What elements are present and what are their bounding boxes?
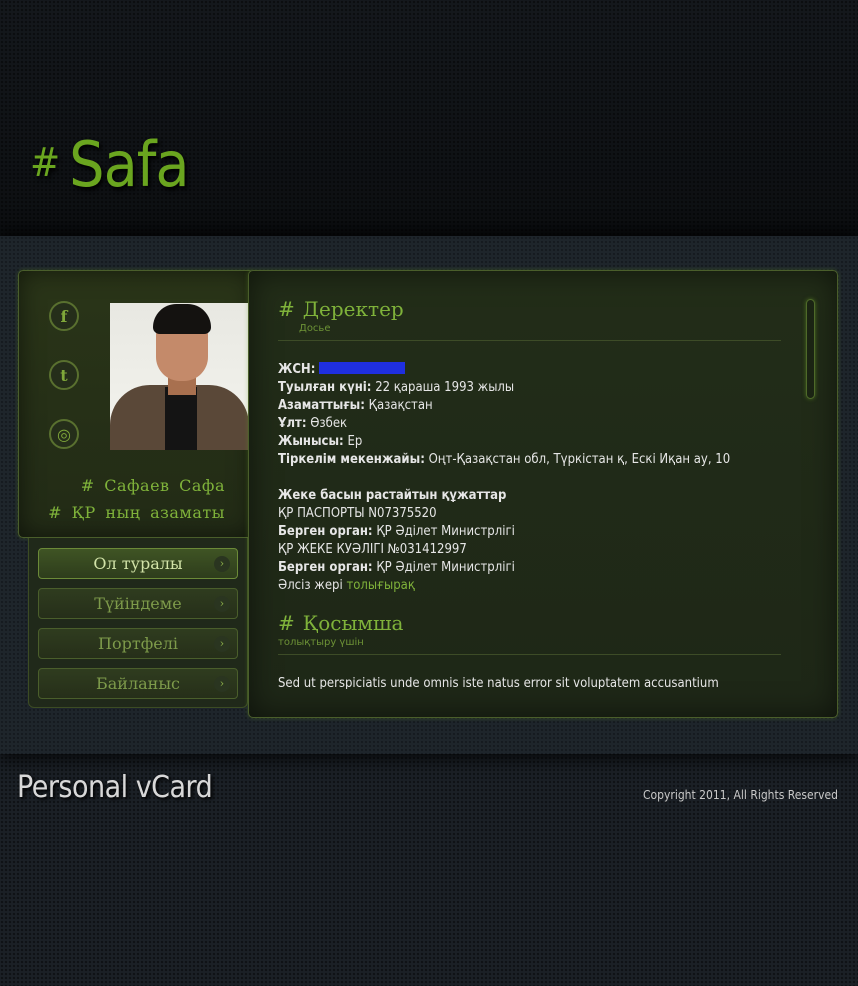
twitter-glyph: t	[60, 365, 68, 385]
detail-value: Өзбек	[310, 416, 348, 431]
section-subtitle-details: Досье	[299, 323, 331, 334]
detail-label: Берген орган:	[278, 560, 373, 575]
weakness-prefix: Әлсіз жері	[278, 578, 343, 593]
detail-value: ҚР Әділет Министрлігі	[376, 524, 515, 539]
profile-name: # Сафаев Сафа	[80, 476, 225, 495]
chevron-right-icon: ›	[214, 596, 230, 612]
nav-resume-label: Түйіндеме	[94, 594, 182, 613]
site-title-text: Safa	[69, 128, 189, 201]
chevron-right-icon: ›	[214, 636, 230, 652]
detail-label: Азаматтығы:	[278, 398, 365, 413]
detail-value: ҚР Әділет Министрлігі	[376, 560, 515, 575]
footer-title: Personal vCard	[17, 770, 213, 805]
content-scroll-area[interactable]: # Деректер Досье ЖСН: Туылған күні: 22 қа…	[278, 297, 781, 689]
issuer-line: Берген орган: ҚР Әділет Министрлігі	[278, 523, 781, 541]
docs-heading: Жеке басын растайтын құжаттар	[278, 487, 781, 505]
detail-value: 22 қараша 1993 жылы	[375, 380, 515, 395]
detail-label: Берген орган:	[278, 524, 373, 539]
nav-contact-label: Байланыс	[95, 674, 181, 693]
detail-value: Қазақстан	[368, 398, 433, 413]
nav-about-label: Ол туралы	[93, 554, 183, 573]
detail-label: ЖСН:	[278, 362, 316, 377]
chevron-right-icon: ›	[214, 676, 230, 692]
dribbble-glyph: ◎	[57, 424, 71, 444]
section-title-extra: # Қосымша	[278, 611, 781, 635]
facebook-icon[interactable]: f	[49, 301, 79, 331]
detail-row-iin: ЖСН:	[278, 361, 781, 379]
detail-row-gender: Жынысы: Ер	[278, 433, 781, 451]
site-title-hash: #	[30, 140, 60, 186]
detail-label: Ұлт:	[278, 416, 307, 431]
dribbble-icon[interactable]: ◎	[49, 419, 79, 449]
facebook-glyph: f	[60, 306, 68, 326]
main-nav: Ол туралы › Түйіндеме › Портфелі › Байла…	[28, 538, 248, 708]
profile-subtitle: # ҚР ның азаматы	[48, 503, 225, 522]
section-hash: #	[278, 611, 295, 635]
detail-label: Туылған күні:	[278, 380, 372, 395]
detail-value: Оңт-Қазақстан обл, Түркістан қ, Ескі Иқа…	[428, 452, 731, 467]
detail-row-birth: Туылған күні: 22 қараша 1993 жылы	[278, 379, 781, 397]
profile-card: f t ◎ # Сафаев Сафа # ҚР ның азаматы	[18, 270, 254, 538]
detail-value: Ер	[347, 434, 363, 449]
profile-photo	[110, 303, 249, 450]
detail-row-citizenship: Азаматтығы: Қазақстан	[278, 397, 781, 415]
detail-row-address: Тіркелім мекенжайы: Оңт-Қазақстан обл, Т…	[278, 451, 781, 469]
nav-portfolio[interactable]: Портфелі ›	[38, 628, 238, 659]
issuer2-line: Берген орган: ҚР Әділет Министрлігі	[278, 559, 781, 577]
section-title-text: Деректер	[302, 297, 404, 321]
passport-line: ҚР ПАСПОРТЫ N07375520	[278, 506, 437, 521]
divider	[278, 654, 781, 655]
chevron-right-icon: ›	[214, 556, 230, 572]
more-link[interactable]: толығырақ	[346, 578, 414, 593]
nav-contact[interactable]: Байланыс ›	[38, 668, 238, 699]
photo-hair	[153, 304, 211, 334]
section-hash: #	[278, 297, 295, 321]
photo-shirt	[165, 387, 197, 450]
detail-label: Тіркелім мекенжайы:	[278, 452, 425, 467]
divider	[278, 340, 781, 341]
redacted-iin	[319, 362, 406, 374]
docs-heading-text: Жеке басын растайтын құжаттар	[278, 488, 507, 503]
nav-about[interactable]: Ол туралы ›	[38, 548, 238, 579]
copyright-text: Copyright 2011, All Rights Reserved	[643, 788, 838, 802]
detail-label: Жынысы:	[278, 434, 344, 449]
section-title-details: # Деректер	[278, 297, 781, 321]
detail-row-nationality: Ұлт: Өзбек	[278, 415, 781, 433]
nav-resume[interactable]: Түйіндеме ›	[38, 588, 238, 619]
nav-portfolio-label: Портфелі	[98, 634, 178, 653]
site-title: # Safa	[30, 128, 190, 201]
twitter-icon[interactable]: t	[49, 360, 79, 390]
content-panel: # Деректер Досье ЖСН: Туылған күні: 22 қа…	[248, 270, 838, 718]
id-card-line: ҚР ЖЕКЕ КУӘЛІГІ №031412997	[278, 542, 467, 557]
section-title-text: Қосымша	[302, 611, 404, 635]
details-list: ЖСН: Туылған күні: 22 қараша 1993 жылы А…	[278, 361, 781, 595]
weakness-line: Әлсіз жері толығырақ	[278, 577, 781, 595]
section-subtitle-extra: толықтыру үшін	[278, 637, 364, 648]
content-scrollbar[interactable]	[806, 299, 815, 399]
extra-text: Sed ut perspiciatis unde omnis iste natu…	[278, 676, 719, 689]
